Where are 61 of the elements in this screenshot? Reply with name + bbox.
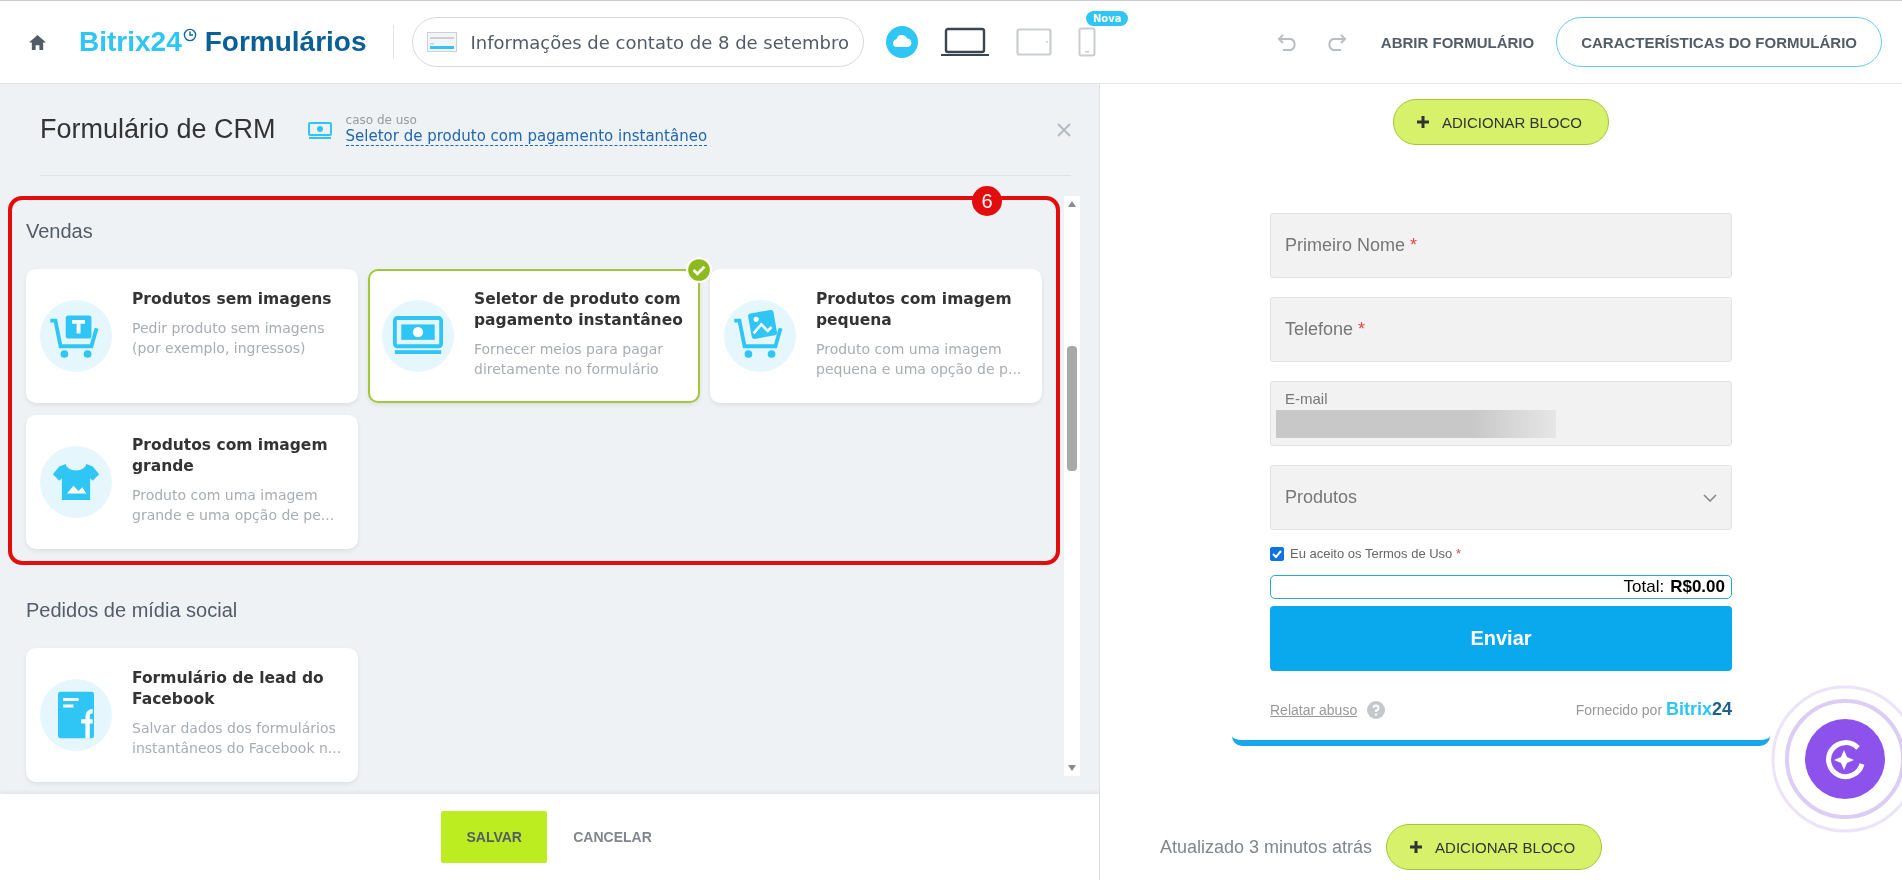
clock-icon	[182, 28, 197, 42]
updated-text: Atualizado 3 minutos atrás	[1159, 836, 1373, 858]
undo-icon[interactable]	[1276, 33, 1299, 51]
card-title: Produtos com imagem pequena	[816, 289, 1013, 331]
chevron-down-icon	[1703, 493, 1717, 502]
laptop-icon[interactable]	[939, 27, 990, 57]
form-settings-button[interactable]: CARACTERÍSTICAS DO FORMULÁRIO	[1556, 17, 1882, 67]
tablet-icon[interactable]	[1015, 28, 1052, 56]
plus-icon	[1416, 115, 1430, 129]
section-title: Vendas	[26, 220, 94, 243]
use-case-label: caso de uso	[345, 113, 418, 127]
banknote-icon	[382, 300, 454, 372]
consent-label: Eu aceito os Termos de Uso *	[1290, 546, 1461, 561]
template-card[interactable]: Produtos sem imagens Pedir produto sem imagens (por exemplo, ingressos)	[26, 269, 358, 403]
use-case-link[interactable]: Seletor de produto com pagamento instantâneo	[345, 127, 708, 146]
cart-icon	[40, 300, 112, 372]
assistant-button[interactable]	[1770, 684, 1902, 834]
scrollbar[interactable]	[1064, 196, 1080, 776]
section-title: Pedidos de mídia social	[26, 599, 239, 622]
form-icon	[426, 32, 457, 52]
tshirt-icon	[40, 446, 112, 518]
new-badge: Nova	[1085, 11, 1129, 26]
card-title: Seletor de produto com pagamento instantâneo	[474, 289, 684, 331]
template-card[interactable]: Produtos com imagem grande Produto com uma imagem grande e uma opção de pe...	[26, 415, 358, 549]
card-title: Produtos sem imagens	[132, 289, 333, 310]
card-description: Salvar dados dos formulários instantâneos do Facebook n...	[132, 719, 343, 758]
step-badge: 6	[972, 186, 1002, 216]
check-icon	[686, 257, 712, 283]
cancel-button[interactable]: CANCELAR	[567, 828, 658, 846]
cart-icon	[724, 300, 796, 372]
checkbox[interactable]	[1270, 546, 1284, 561]
facebook-form-icon	[40, 679, 112, 751]
input-field[interactable]: Primeiro Nome *	[1270, 213, 1732, 278]
save-button[interactable]: SALVAR	[441, 811, 548, 863]
plus-icon	[1409, 840, 1424, 854]
template-card[interactable]: Seletor de produto com pagamento instantâneo Fornecer meios para pagar diretamente no formulário	[368, 269, 700, 403]
help-icon[interactable]	[1367, 700, 1386, 719]
total-field: Total: R$0.00	[1270, 575, 1732, 599]
close-icon[interactable]	[1057, 122, 1071, 137]
card-description: Produto com uma imagem pequena e uma opção de p...	[816, 340, 1023, 379]
cloud-icon[interactable]	[885, 26, 918, 58]
template-card[interactable]: Formulário de lead do Facebook Salvar dados dos formulários instantâneos do Facebook n...	[26, 648, 358, 782]
phone-icon[interactable]	[1077, 27, 1096, 57]
logo-product: Formulários	[204, 26, 367, 58]
powered-by-text: Fornecido por Bitrix24	[1575, 699, 1732, 720]
card-description: Fornecer meios para pagar diretamente no formulário	[474, 340, 665, 379]
panel-title: Formulário de CRM	[40, 114, 276, 145]
card-title: Produtos com imagem grande	[132, 435, 329, 477]
banknote-icon	[307, 119, 332, 140]
input-field[interactable]: Telefone *	[1270, 297, 1732, 362]
add-block-button[interactable]: ADICIONAR BLOCO	[1393, 99, 1609, 145]
card-description: Pedir produto sem imagens (por exemplo, ingressos)	[132, 319, 326, 358]
card-title: Formulário de lead do Facebook	[132, 668, 325, 710]
input-field[interactable]: E-mail	[1270, 381, 1732, 446]
card-description: Produto com uma imagem grande e uma opção de pe...	[132, 486, 336, 525]
open-form-link[interactable]: ABRIR FORMULÁRIO	[1380, 33, 1535, 51]
logo-brand: Bitrix24	[79, 26, 182, 58]
select-field[interactable]: Produtos	[1270, 465, 1732, 530]
add-block-button[interactable]: ADICIONAR BLOCO	[1386, 824, 1603, 870]
home-icon[interactable]	[28, 33, 47, 51]
template-card[interactable]: Produtos com imagem pequena Produto com uma imagem pequena e uma opção de p...	[710, 269, 1042, 403]
